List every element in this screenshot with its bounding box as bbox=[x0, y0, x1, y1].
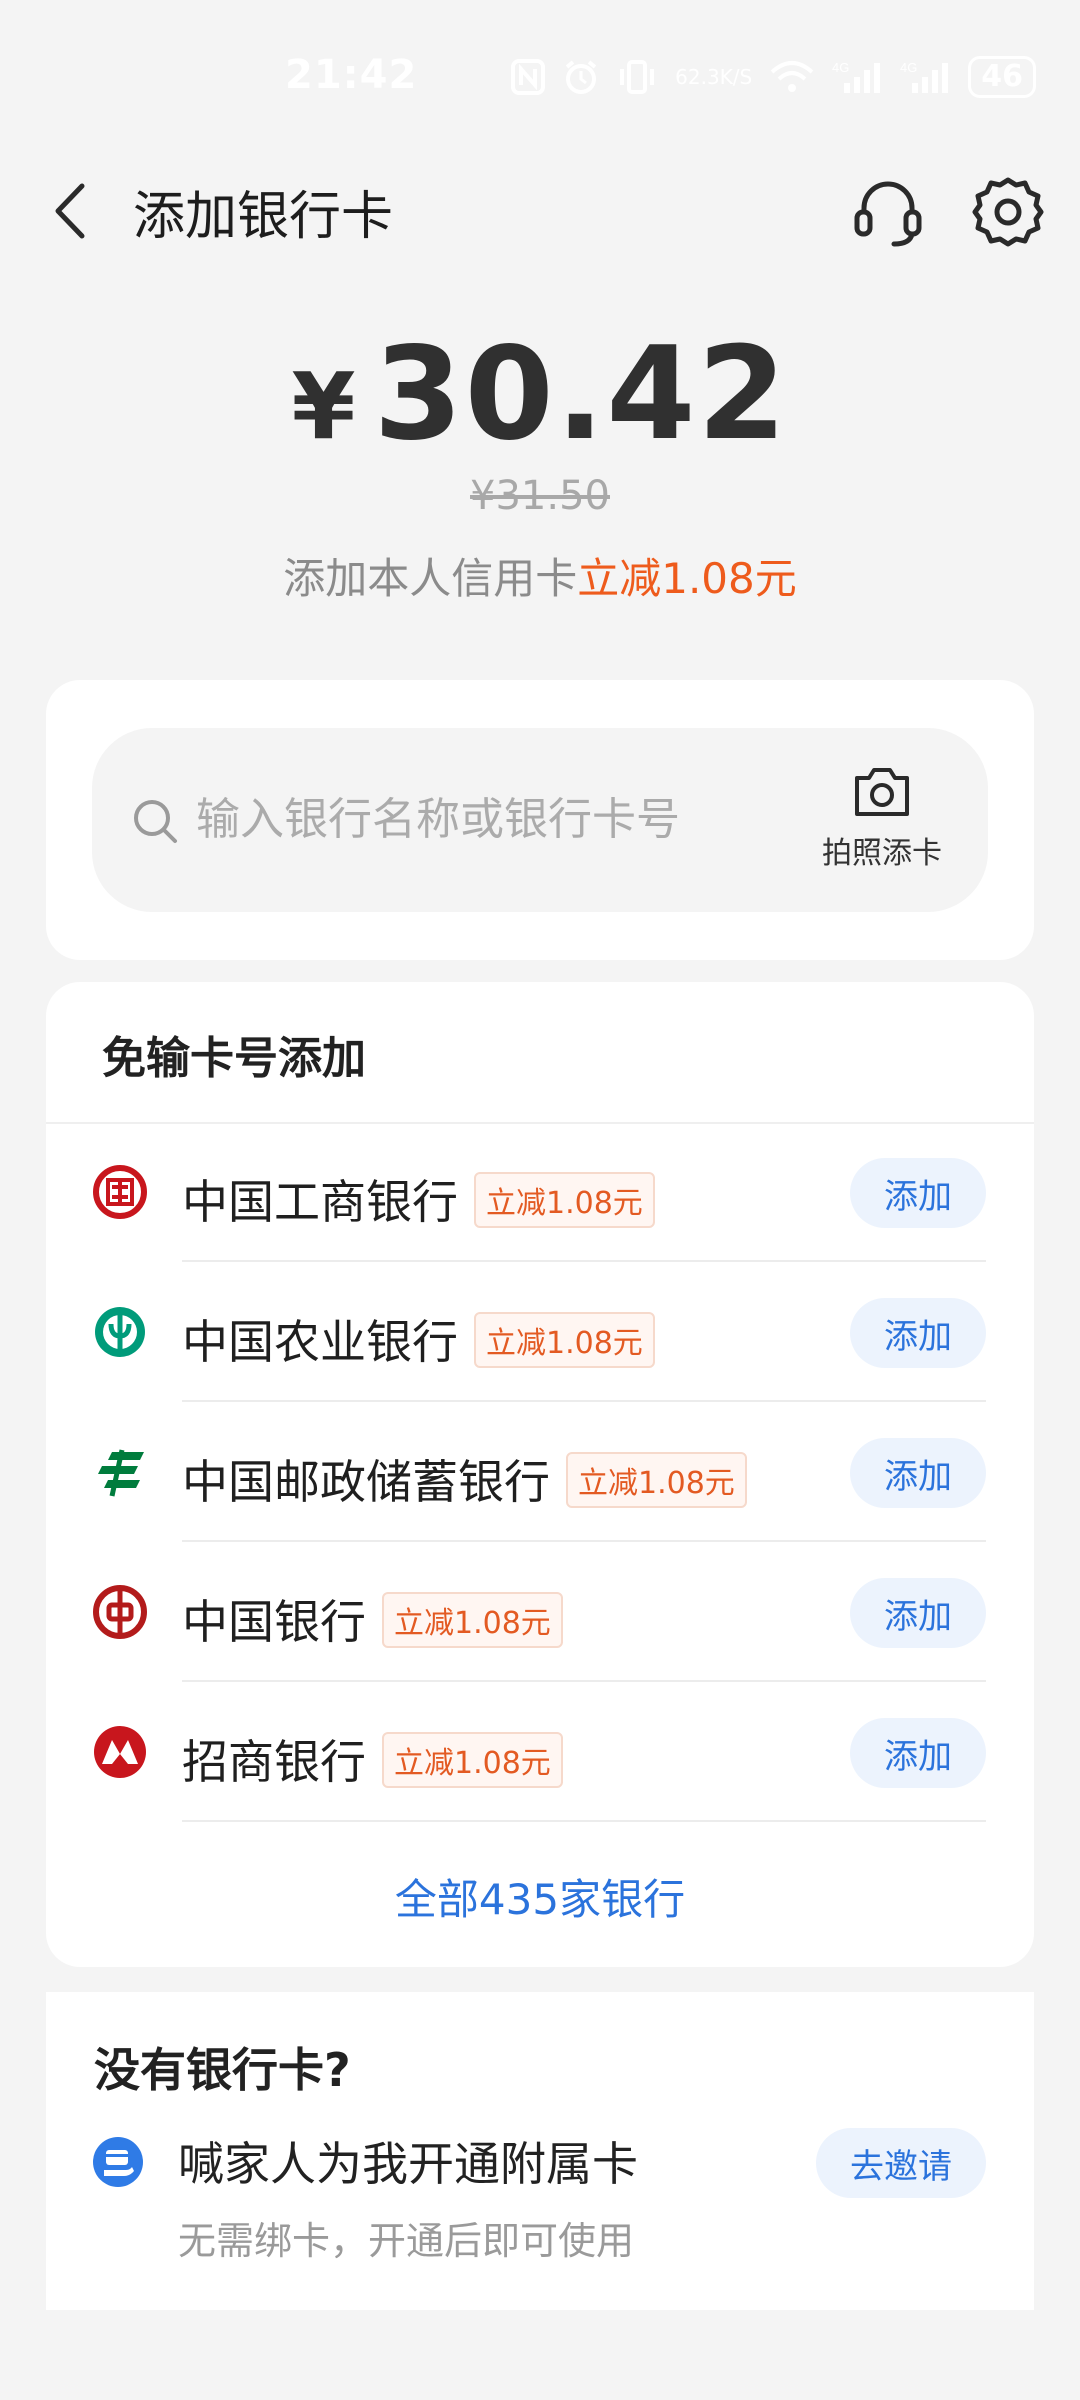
search-card: 拍照添卡 bbox=[46, 680, 1034, 960]
search-input[interactable] bbox=[196, 784, 796, 854]
discount-tag: 立减1.08元 bbox=[566, 1452, 747, 1508]
gear-icon bbox=[972, 177, 1044, 247]
signal-1-label: 4G bbox=[832, 60, 849, 75]
add-button[interactable]: 添加 bbox=[850, 1298, 986, 1368]
price-amount: 30.42 bbox=[373, 320, 789, 469]
net-speed: 62.3 K/S bbox=[675, 67, 752, 87]
payment-amount-block: ¥ 30.42 ¥31.50 添加本人信用卡立减1.08元 bbox=[0, 320, 1080, 606]
promo-text: 添加本人信用卡立减1.08元 bbox=[0, 545, 1080, 606]
currency-symbol: ¥ bbox=[291, 353, 356, 460]
cmb-logo-icon bbox=[94, 1726, 146, 1778]
discount-tag: 立减1.08元 bbox=[474, 1172, 655, 1228]
settings-button[interactable] bbox=[968, 172, 1048, 252]
chevron-left-icon bbox=[55, 183, 85, 239]
status-bar: 21:42 62.3 K/S 4G 4G 46 bbox=[0, 0, 1080, 150]
bank-row-psbc[interactable]: 中国邮政储蓄银行 立减1.08元 添加 bbox=[46, 1402, 1034, 1542]
section-title: 免输卡号添加 bbox=[102, 1033, 366, 1084]
customer-service-button[interactable] bbox=[848, 172, 928, 252]
invite-sub-text: 无需绑卡，开通后即可使用 bbox=[178, 2219, 635, 2263]
alarm-icon bbox=[563, 59, 599, 95]
headset-icon bbox=[854, 181, 922, 247]
discounted-price: ¥ 30.42 bbox=[0, 320, 1080, 469]
quick-add-bank-card: 免输卡号添加 中国工商银行 立减1.08元 添加 中国农业银行 立减1.08元 … bbox=[46, 982, 1034, 1967]
no-bank-card-section: 没有银行卡? 喊家人为我开通附属卡 无需绑卡，开通后即可使用 去邀请 bbox=[46, 1992, 1034, 2310]
bank-row-cmb[interactable]: 招商银行 立减1.08元 添加 bbox=[46, 1682, 1034, 1822]
add-button[interactable]: 添加 bbox=[850, 1578, 986, 1648]
photo-add-card-button[interactable]: 拍照添卡 bbox=[792, 764, 972, 872]
invite-button[interactable]: 去邀请 bbox=[816, 2128, 986, 2198]
boc-logo-icon bbox=[93, 1585, 147, 1639]
add-button[interactable]: 添加 bbox=[850, 1438, 986, 1508]
bank-name: 中国邮政储蓄银行 bbox=[182, 1455, 550, 1509]
bank-name: 中国农业银行 bbox=[182, 1315, 458, 1369]
discount-tag: 立减1.08元 bbox=[382, 1732, 563, 1788]
invite-main-text: 喊家人为我开通附属卡 bbox=[178, 2137, 638, 2191]
status-icons: 62.3 K/S 4G 4G 46 bbox=[511, 56, 1036, 98]
bank-name: 中国工商银行 bbox=[182, 1175, 458, 1229]
bank-name: 招商银行 bbox=[182, 1735, 366, 1789]
bank-row-icbc[interactable]: 中国工商银行 立减1.08元 添加 bbox=[46, 1122, 1034, 1262]
search-box: 拍照添卡 bbox=[92, 728, 988, 912]
icbc-logo-icon bbox=[93, 1165, 147, 1219]
abc-logo-icon bbox=[95, 1307, 145, 1357]
bank-row-boc[interactable]: 中国银行 立减1.08元 添加 bbox=[46, 1542, 1034, 1682]
search-icon bbox=[132, 798, 178, 848]
discount-tag: 立减1.08元 bbox=[474, 1312, 655, 1368]
wifi-icon bbox=[770, 60, 814, 94]
camera-icon bbox=[855, 768, 909, 816]
add-button[interactable]: 添加 bbox=[850, 1158, 986, 1228]
back-button[interactable] bbox=[40, 176, 100, 246]
bank-row-abc[interactable]: 中国农业银行 立减1.08元 添加 bbox=[46, 1262, 1034, 1402]
photo-add-label: 拍照添卡 bbox=[822, 836, 942, 871]
signal-icon-2: 4G bbox=[900, 59, 950, 95]
top-nav-bar: 添加银行卡 bbox=[0, 160, 1080, 260]
original-price: ¥31.50 bbox=[470, 473, 610, 519]
signal-2-label: 4G bbox=[900, 60, 917, 75]
discount-tag: 立减1.08元 bbox=[382, 1592, 563, 1648]
add-button[interactable]: 添加 bbox=[850, 1718, 986, 1788]
section-title: 没有银行卡? bbox=[94, 2043, 351, 2097]
row-divider bbox=[182, 1820, 986, 1822]
bank-name: 中国银行 bbox=[182, 1595, 366, 1649]
net-speed-unit: K/S bbox=[719, 65, 753, 89]
page-title: 添加银行卡 bbox=[133, 187, 394, 247]
psbc-logo-icon bbox=[98, 1449, 144, 1497]
net-speed-value: 62.3 bbox=[675, 65, 720, 89]
nfc-icon bbox=[511, 59, 546, 95]
vibrate-icon bbox=[617, 59, 657, 95]
add-bank-card-page: 21:42 62.3 K/S 4G 4G 46 添加银行卡 ¥ 30.42 ¥3… bbox=[0, 0, 1080, 2400]
promo-highlight: 立减1.08元 bbox=[577, 554, 797, 603]
all-banks-link[interactable]: 全部435家银行 bbox=[46, 1866, 1034, 1927]
status-time: 21:42 bbox=[285, 52, 418, 98]
battery-indicator: 46 bbox=[968, 56, 1036, 98]
signal-icon-1: 4G bbox=[832, 59, 882, 95]
family-card-icon bbox=[93, 2137, 143, 2187]
promo-prefix: 添加本人信用卡 bbox=[283, 554, 578, 603]
